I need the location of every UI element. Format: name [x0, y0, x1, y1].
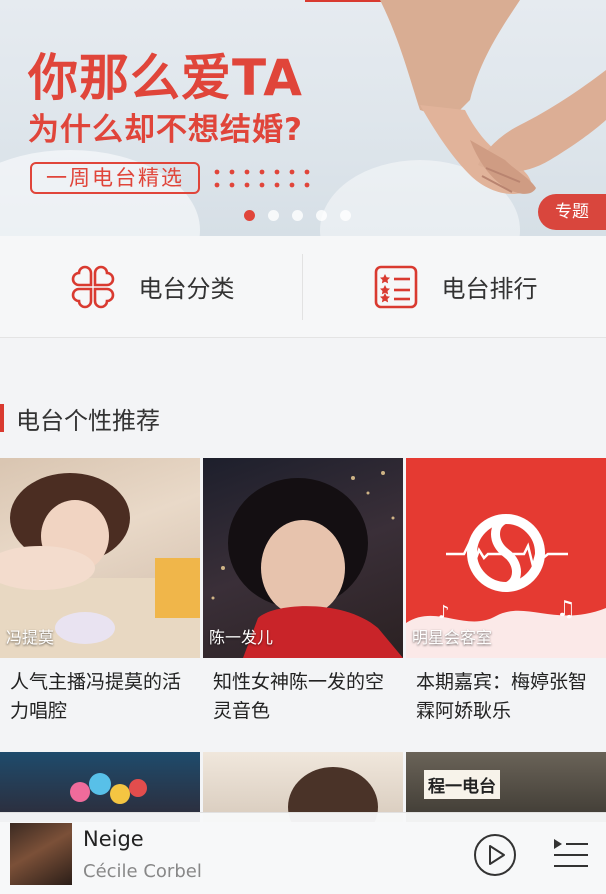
grid-icon: [71, 265, 114, 308]
radio-card-caption: 明星会客室: [412, 628, 493, 647]
playlist-icon[interactable]: [550, 835, 590, 875]
section-title: 电台个性推荐: [16, 406, 160, 435]
song-title: Neige: [83, 827, 144, 851]
radio-ranking-label: 电台排行: [441, 275, 538, 303]
banner-title: 你那么爱TA: [28, 49, 303, 107]
carousel-dot[interactable]: [268, 210, 279, 221]
carousel-dot[interactable]: [316, 210, 327, 221]
radio-card-image: 陈一发儿: [203, 458, 403, 658]
radio-card-image: 冯提莫: [0, 458, 200, 658]
rank-list-icon: [374, 265, 417, 308]
radio-category-label: 电台分类: [138, 275, 235, 303]
carousel-indicator: [244, 210, 351, 221]
carousel-dot[interactable]: [340, 210, 351, 221]
carousel-dot-active[interactable]: [244, 210, 255, 221]
banner-subtitle: 为什么却不想结婚?: [28, 112, 303, 148]
carousel-dot[interactable]: [292, 210, 303, 221]
album-cover[interactable]: [10, 823, 72, 885]
radio-card-title: 人气主播冯提莫的活力唱腔: [10, 671, 182, 722]
radio-ranking-button[interactable]: 电台排行: [303, 236, 606, 337]
radio-card-caption: 冯提莫: [6, 628, 55, 647]
radio-card-title: 本期嘉宾：梅婷张智霖阿娇耿乐: [416, 671, 588, 722]
svg-text:♫: ♫: [556, 597, 576, 622]
dot-pattern-decor: [214, 169, 310, 188]
radio-quick-entries: 电台分类 电台排行: [0, 236, 606, 338]
banner-weekly-label: 一周电台精选: [30, 162, 200, 194]
mini-player[interactable]: Neige Cécile Corbel: [0, 812, 606, 894]
section-header: 电台个性推荐: [0, 400, 160, 436]
app-screen: { "banner": { "title_line1": "你那么爱TA", "…: [0, 0, 606, 894]
radio-card-overlay-text: 程一电台: [424, 770, 500, 799]
banner-carousel[interactable]: 你那么爱TA 为什么却不想结婚? 一周电台精选 专题: [0, 0, 606, 236]
radio-card[interactable]: 冯提莫 人气主播冯提莫的活力唱腔: [0, 458, 200, 744]
radio-card-caption: 陈一发儿: [209, 628, 274, 647]
svg-text:♪: ♪: [438, 602, 450, 623]
radio-card[interactable]: ♪ ♫ 明星会客室 本期嘉宾：梅婷张智霖阿娇耿乐: [406, 458, 606, 744]
banner-topic-tag: 专题: [538, 194, 606, 230]
radio-category-button[interactable]: 电台分类: [0, 236, 303, 337]
radio-card[interactable]: 陈一发儿 知性女神陈一发的空灵音色: [203, 458, 403, 744]
song-artist: Cécile Corbel: [83, 861, 202, 882]
radio-card-image: ♪ ♫ 明星会客室: [406, 458, 606, 658]
section-accent-bar: [0, 404, 4, 432]
entries-divider: [302, 254, 303, 320]
play-icon[interactable]: [473, 833, 517, 877]
radio-card-title: 知性女神陈一发的空灵音色: [213, 671, 385, 722]
